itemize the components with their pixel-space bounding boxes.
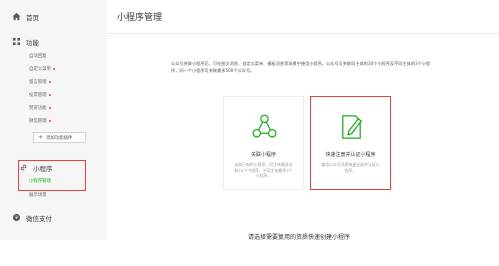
sidebar-item-auto-reply[interactable]: 自动回复 <box>29 52 47 60</box>
sidebar-section-miniprogram: 小程序 <box>19 162 53 174</box>
sidebar-item-votes[interactable]: 投票管理 <box>29 91 51 99</box>
edit-document-icon <box>337 112 366 141</box>
link-icon <box>19 163 28 174</box>
plus-icon: + <box>38 134 44 141</box>
notification-dot <box>48 80 51 84</box>
sidebar: 首页 功能 自动回复 自定义菜单 留言管理 投票管理 赞赏功能 微信管理 + 添… <box>0 0 107 240</box>
sidebar-section-label: 小程序 <box>33 165 53 173</box>
sidebar-home-label: 首页 <box>26 14 39 22</box>
sidebar-item-display-scene[interactable]: 展示场景 <box>29 191 47 199</box>
card-quick-register[interactable]: 快速注册并认证小程序 复用公众号资质快速注册并认证小程序。 <box>310 96 391 190</box>
sidebar-section-function: 功能 <box>12 36 39 48</box>
sidebar-item-label: 小程序管理 <box>29 179 51 184</box>
sidebar-item-reward[interactable]: 赞赏功能 <box>29 104 51 112</box>
sidebar-item-label: 展示场景 <box>29 193 47 198</box>
sidebar-item-label: 投票管理 <box>29 93 47 98</box>
title-divider <box>107 33 499 34</box>
sidebar-item-wechat-manage[interactable]: 微信管理 <box>29 117 51 125</box>
card-title: 快速注册并认证小程序 <box>325 152 376 158</box>
grid-icon <box>12 37 21 48</box>
card-title: 关联小程序 <box>250 152 276 158</box>
home-icon <box>12 12 21 23</box>
notification-dot <box>48 93 51 97</box>
sidebar-item-home[interactable]: 首页 <box>12 10 39 24</box>
card-description: 关联已有的小程序，同主体最多关联10个小程序，不同主体最多3个小程序。 <box>234 162 293 179</box>
sidebar-item-miniprogram-manage[interactable]: 小程序管理 <box>29 177 51 185</box>
sidebar-item-comments[interactable]: 留言管理 <box>29 78 51 86</box>
bottom-hint-text: 请选择需要复用的资质快速创建小程序 <box>248 234 351 241</box>
wechat-pay-icon: ¥ <box>12 213 21 224</box>
card-description: 复用公众号资质快速注册并认证小程序。 <box>321 162 380 173</box>
card-link-miniprogram[interactable]: 关联小程序 关联已有的小程序，同主体最多关联10个小程序，不同主体最多3个小程序… <box>223 96 304 190</box>
notification-dot <box>52 67 56 71</box>
sidebar-item-label: 微信管理 <box>29 119 47 124</box>
share-nodes-icon <box>250 112 279 141</box>
notification-dot <box>48 119 51 123</box>
add-plugin-label: 添加功能插件 <box>46 135 73 141</box>
sidebar-item-label: 自动回复 <box>29 54 47 59</box>
sidebar-item-wechat-pay[interactable]: ¥ 微信支付 <box>12 212 52 224</box>
sidebar-item-label: 留言管理 <box>29 80 47 85</box>
svg-text:¥: ¥ <box>15 215 18 221</box>
sidebar-section-label: 功能 <box>26 39 39 47</box>
sidebar-pay-label: 微信支付 <box>26 215 52 223</box>
intro-text: 公众号关联小程序后，可在图文消息、自定义菜单、模板消息等场景中使用小程序。公众号… <box>171 61 431 73</box>
page-title: 小程序管理 <box>117 13 163 23</box>
sidebar-item-label: 赞赏功能 <box>29 106 47 111</box>
add-plugin-button[interactable]: + 添加功能插件 <box>33 132 86 143</box>
sidebar-item-custom-menu[interactable]: 自定义菜单 <box>29 65 56 73</box>
notification-dot <box>48 106 51 110</box>
sidebar-item-label: 自定义菜单 <box>29 67 51 72</box>
